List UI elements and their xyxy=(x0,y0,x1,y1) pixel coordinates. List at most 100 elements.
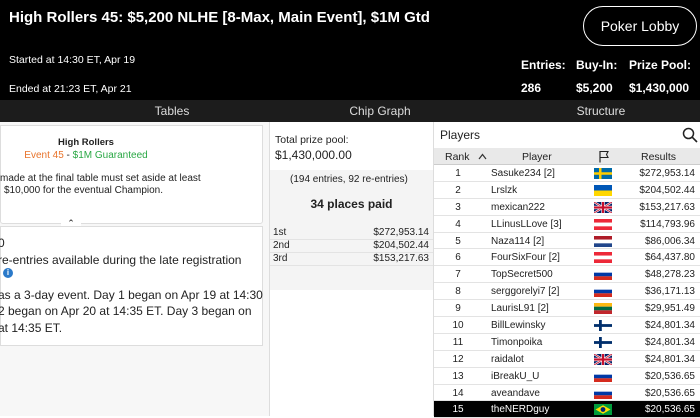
prize-place: 2nd xyxy=(273,240,290,251)
sort-up-icon[interactable] xyxy=(478,153,487,160)
player-result: $20,536.65 xyxy=(644,404,695,416)
player-rank: 14 xyxy=(452,387,464,399)
prize-row: 3rd $153,217.63 xyxy=(270,253,433,266)
prize-pool-value: $1,430,000 xyxy=(629,81,690,95)
promo-text: $10,000 for the eventual Champion. xyxy=(4,185,163,196)
player-rank: 8 xyxy=(455,286,461,298)
player-rank: 11 xyxy=(452,336,464,348)
info-text: at 14:35 ET. xyxy=(0,321,63,335)
promo-guarantee: $1M Guaranteed xyxy=(72,150,148,161)
austria-flag-icon xyxy=(594,218,612,230)
player-name: Timonpoika xyxy=(491,336,543,348)
player-rank: 4 xyxy=(455,218,461,230)
player-row[interactable]: 9 LaurisL91 [2] $29,951.49 xyxy=(434,300,700,318)
player-name: mexican222 xyxy=(491,201,545,213)
player-result: $24,801.34 xyxy=(644,353,695,365)
player-row[interactable]: 11 Timonpoika $24,801.34 xyxy=(434,334,700,351)
player-result: $272,953.14 xyxy=(639,168,695,179)
col-player[interactable]: Player xyxy=(522,151,552,163)
promo-event: Event 45 xyxy=(24,150,64,161)
brazil-flag-icon xyxy=(594,404,612,416)
russia-flag-icon xyxy=(594,286,612,298)
player-rank: 15 xyxy=(452,404,464,416)
player-rank: 10 xyxy=(452,320,464,332)
prize-pool-label: Prize Pool: xyxy=(629,58,692,72)
player-result: $204,502.44 xyxy=(639,184,695,196)
tournament-title: High Rollers 45: $5,200 NLHE [8-Max, Mai… xyxy=(9,9,430,26)
russia-flag-icon xyxy=(594,387,612,399)
player-row[interactable]: 4 LLinusLLove [3] $114,793.96 xyxy=(434,216,700,233)
promo-subtitle: Event 45 - $1M Guaranteed xyxy=(1,150,171,161)
flag-column-icon[interactable] xyxy=(598,150,610,163)
player-result: $153,217.63 xyxy=(639,201,695,213)
buyin-value: $5,200 xyxy=(576,81,613,95)
prize-amount: $153,217.63 xyxy=(373,253,429,264)
player-row[interactable]: 8 serggorelyi7 [2] $36,171.13 xyxy=(434,283,700,301)
player-result: $20,536.65 xyxy=(644,387,695,399)
tab-structure[interactable]: Structure xyxy=(568,104,634,118)
prize-place: 1st xyxy=(273,227,287,238)
ended-time: Ended at 21:23 ET, Apr 21 xyxy=(9,83,132,95)
austria-flag-icon xyxy=(594,252,612,264)
player-name: Lrslzk xyxy=(491,184,518,196)
started-time: Started at 14:30 ET, Apr 19 xyxy=(9,54,136,66)
buyin-label: Buy-In: xyxy=(576,58,618,72)
player-row[interactable]: 14 aveandave $20,536.65 xyxy=(434,385,700,402)
tab-bar: Tables Chip Graph Structure xyxy=(0,100,700,122)
player-name: LLinusLLove [3] xyxy=(491,218,562,230)
player-name: Sasuke234 [2] xyxy=(491,168,555,179)
player-rank: 3 xyxy=(455,201,461,213)
player-row[interactable]: 2 Lrslzk $204,502.44 xyxy=(434,182,700,199)
player-row[interactable]: 6 FourSixFour [2] $64,437.80 xyxy=(434,249,700,267)
tab-chip-graph[interactable]: Chip Graph xyxy=(345,104,415,118)
player-name: iBreakU_U xyxy=(491,370,540,382)
player-rank: 6 xyxy=(455,252,461,264)
prize-amount: $204,502.44 xyxy=(373,240,429,251)
player-row[interactable]: 3 mexican222 $153,217.63 xyxy=(434,199,700,216)
uk-flag-icon xyxy=(593,200,613,214)
promo-text: made at the final table must set aside a… xyxy=(0,173,201,184)
player-name: LaurisL91 [2] xyxy=(491,303,549,315)
player-name: theNERDguy xyxy=(491,404,550,416)
info-text: 2 began on Apr 20 at 14:35 ET. Day 3 beg… xyxy=(0,304,252,318)
col-results[interactable]: Results xyxy=(641,151,676,163)
promo-title: High Rollers xyxy=(58,137,114,148)
total-prize-label: Total prize pool: xyxy=(275,134,349,146)
tab-tables[interactable]: Tables xyxy=(150,104,194,118)
col-rank[interactable]: Rank xyxy=(445,151,470,163)
total-prize-value: $1,430,000.00 xyxy=(275,148,352,162)
player-rank: 7 xyxy=(455,269,461,281)
player-rank: 2 xyxy=(455,184,461,196)
player-row[interactable]: 10 BillLewinsky $24,801.34 xyxy=(434,317,700,334)
player-row[interactable]: 12 raidalot $24,801.34 xyxy=(434,351,700,368)
prize-panel: Total prize pool: $1,430,000.00 (194 ent… xyxy=(270,122,433,416)
uk-flag-icon xyxy=(593,352,613,366)
player-name: aveandave xyxy=(491,387,540,399)
player-result: $20,536.65 xyxy=(644,370,695,382)
tournament-header: High Rollers 45: $5,200 NLHE [8-Max, Mai… xyxy=(0,0,700,100)
players-title: Players xyxy=(440,128,481,142)
player-row[interactable]: 13 iBreakU_U $20,536.65 xyxy=(434,368,700,385)
tournament-description: 0 re-entries available during the late r… xyxy=(0,226,263,346)
ukraine-flag-icon xyxy=(594,184,612,196)
prize-place: 3rd xyxy=(273,253,288,264)
info-icon[interactable]: i xyxy=(3,268,13,278)
russia-flag-icon xyxy=(594,269,612,281)
player-result: $64,437.80 xyxy=(644,252,695,264)
player-name: TopSecret500 xyxy=(491,269,553,281)
entries-label: Entries: xyxy=(521,58,566,72)
search-icon[interactable] xyxy=(682,127,698,143)
player-row[interactable]: 5 Naza114 [2] $86,006.34 xyxy=(434,233,700,250)
entries-value: 286 xyxy=(521,81,542,95)
entries-note: (194 entries, 92 re-entries) xyxy=(290,174,408,185)
player-name: raidalot xyxy=(491,353,524,365)
sweden-flag-icon xyxy=(594,168,612,179)
prize-amount: $272,953.14 xyxy=(373,227,429,238)
player-rank: 5 xyxy=(455,235,461,247)
poker-lobby-button[interactable]: Poker Lobby xyxy=(583,6,697,46)
russia-flag-icon xyxy=(594,370,612,382)
player-result: $24,801.34 xyxy=(644,336,695,348)
player-row[interactable]: 1 Sasuke234 [2] $272,953.14 xyxy=(434,165,700,182)
places-paid: 34 places paid xyxy=(310,197,393,211)
player-row[interactable]: 7 TopSecret500 $48,278.23 xyxy=(434,266,700,284)
